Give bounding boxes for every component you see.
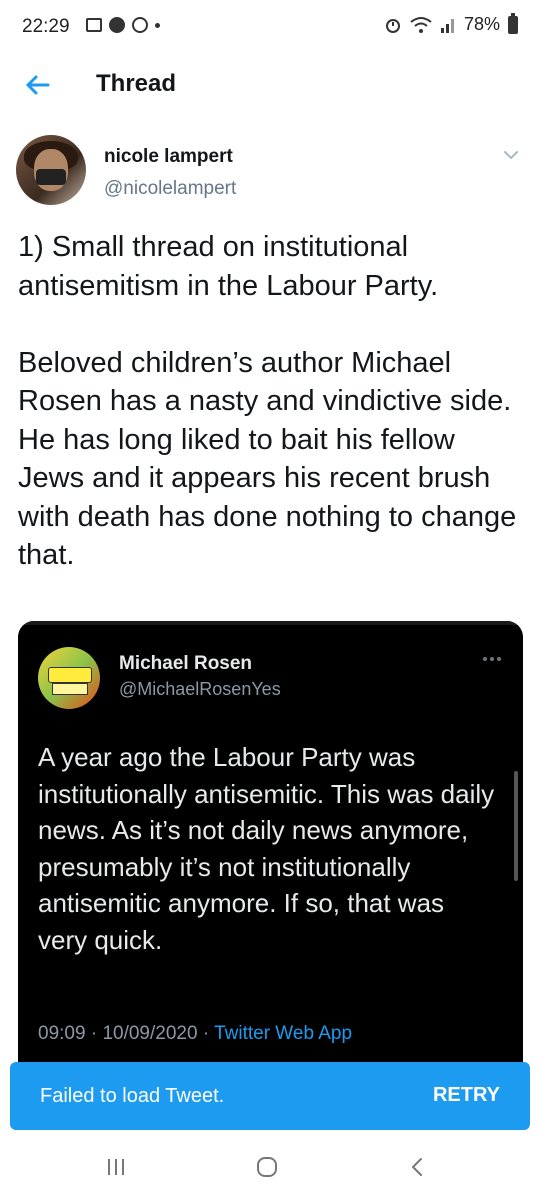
signal-icon <box>440 18 454 33</box>
quoted-author-name[interactable]: Michael Rosen <box>119 653 252 675</box>
retry-button[interactable]: RETRY <box>433 1084 500 1107</box>
battery-icon <box>508 12 518 34</box>
tweet-text: 1) Small thread on institutional antisem… <box>18 231 517 571</box>
quoted-tweet-meta: 09:09 · 10/09/2020 · Twitter Web App <box>38 1023 352 1045</box>
back-icon[interactable] <box>408 1156 426 1178</box>
arrow-left-icon[interactable] <box>20 68 54 102</box>
meta-separator: · <box>90 1023 98 1044</box>
quoted-author-handle[interactable]: @MichaelRosenYes <box>119 679 281 700</box>
system-nav-bar <box>0 1140 540 1200</box>
quoted-tweet-source-link[interactable]: Twitter Web App <box>214 1023 352 1044</box>
page-title: Thread <box>96 70 177 97</box>
more-options-icon[interactable] <box>481 655 503 663</box>
app-header: Thread <box>0 54 540 116</box>
quoted-tweet-text: A year ago the Labour Party was institut… <box>38 742 495 955</box>
home-icon[interactable] <box>256 1156 278 1178</box>
quoted-tweet-date: 10/09/2020 <box>102 1023 198 1044</box>
wifi-icon <box>410 16 432 33</box>
battery-percent: 78% <box>463 14 500 34</box>
scrollbar[interactable] <box>514 771 518 881</box>
notification-icons <box>86 17 160 33</box>
alarm-icon <box>385 18 400 33</box>
toast-message: Failed to load Tweet. <box>40 1085 225 1107</box>
quoted-author-avatar[interactable] <box>38 647 100 709</box>
recent-apps-icon[interactable] <box>106 1158 126 1176</box>
meta-separator: · <box>202 1023 210 1044</box>
quoted-tweet-time: 09:09 <box>38 1023 86 1044</box>
author-handle[interactable]: @nicolelampert <box>104 178 236 200</box>
chevron-down-icon[interactable] <box>502 146 520 164</box>
more-notifications-icon <box>155 22 160 28</box>
author-avatar[interactable] <box>16 135 86 205</box>
author-name[interactable]: nicole lampert <box>104 146 233 168</box>
quoted-tweet-card[interactable]: Michael Rosen @MichaelRosenYes A year ag… <box>18 621 523 1081</box>
status-bar: 22:29 78% <box>0 0 540 54</box>
error-toast: Failed to load Tweet. RETRY <box>10 1062 530 1130</box>
facebook-notification-icon <box>109 17 125 33</box>
system-icons: 78% <box>384 12 518 35</box>
status-time: 22:29 <box>22 16 70 37</box>
gallery-notification-icon <box>86 18 102 32</box>
app-notification-icon <box>132 17 148 33</box>
